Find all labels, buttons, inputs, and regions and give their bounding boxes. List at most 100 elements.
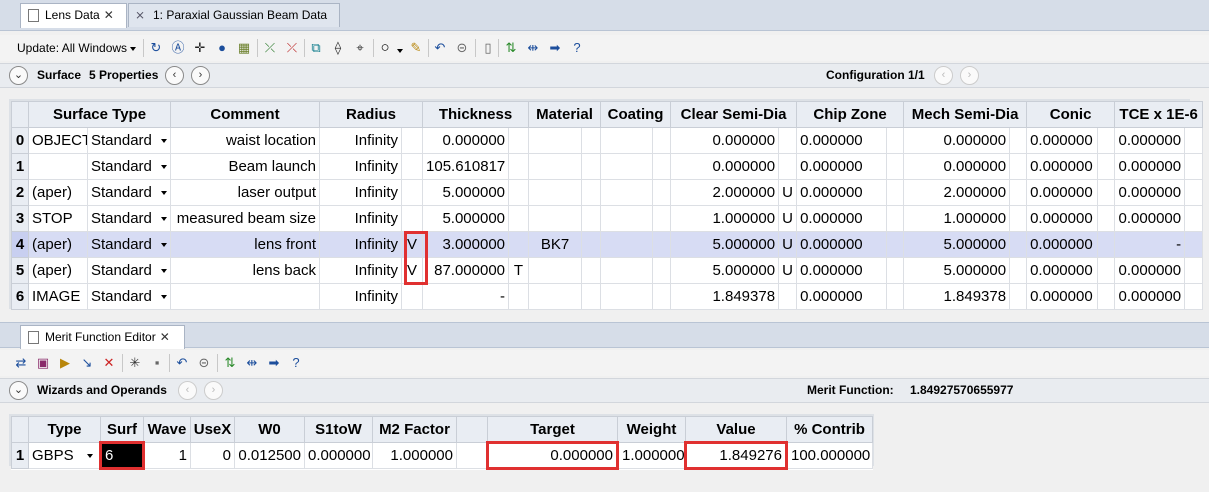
mech-solve-cell[interactable] xyxy=(1009,127,1028,154)
clear-semi-dia-cell[interactable]: 1.849378 xyxy=(670,283,780,310)
chip-zone-cell[interactable]: 0.000000 xyxy=(796,127,888,154)
open-icon[interactable]: ▶ xyxy=(57,355,73,371)
coating-cell[interactable] xyxy=(600,205,654,232)
arrows-icon[interactable]: ⇹ xyxy=(244,355,260,371)
radius-solve-cell[interactable] xyxy=(400,179,424,206)
comment-cell[interactable]: laser output xyxy=(170,179,320,206)
clear-semi-dia-cell[interactable]: 0.000000 xyxy=(670,127,780,154)
material-solve-cell[interactable] xyxy=(581,127,602,154)
col-header-m2[interactable]: M2 Factor xyxy=(372,416,457,443)
help-icon[interactable]: ? xyxy=(288,355,304,371)
material-cell[interactable] xyxy=(528,257,583,284)
conic-solve-cell[interactable] xyxy=(1097,257,1116,284)
s1tow-cell[interactable]: 0.000000 xyxy=(304,442,373,469)
col-header-w0[interactable]: W0 xyxy=(234,416,305,443)
chip-zone-cell[interactable]: 0.000000 xyxy=(796,205,888,232)
row-number[interactable]: 2 xyxy=(11,179,29,206)
clear-solve-cell[interactable]: U xyxy=(778,257,798,284)
arrows-icon[interactable]: ⇹ xyxy=(525,40,541,56)
col-header-conic[interactable]: Conic xyxy=(1026,101,1116,128)
mech-solve-cell[interactable] xyxy=(1009,283,1028,310)
mech-semi-dia-cell[interactable]: 0.000000 xyxy=(903,153,1011,180)
coating-solve-cell[interactable] xyxy=(652,205,672,232)
coating-solve-cell[interactable] xyxy=(652,257,672,284)
chip-zone-cell[interactable]: 0.000000 xyxy=(796,179,888,206)
row-number[interactable]: 1 xyxy=(11,153,29,180)
surface-type-cell[interactable]: Standard xyxy=(87,153,171,180)
conic-cell[interactable]: 0.000000 xyxy=(1026,257,1099,284)
wizards-label[interactable]: Wizards and Operands xyxy=(37,379,167,402)
paint-icon[interactable]: ✎ xyxy=(408,40,424,56)
mech-semi-dia-cell[interactable]: 1.000000 xyxy=(903,205,1011,232)
col-header-wave[interactable]: Wave xyxy=(143,416,191,443)
collapse-toggle[interactable]: ⌄ xyxy=(9,381,28,400)
collapse-toggle[interactable]: ⌄ xyxy=(9,66,28,85)
document-icon[interactable]: ▪ xyxy=(149,355,165,371)
crosshair-icon[interactable]: ✛ xyxy=(192,40,208,56)
table-row[interactable]: 6 IMAGE Standard Infinity - 1.849378 0.000000 1… xyxy=(11,283,1204,310)
table-row[interactable]: 5 (aper) Standard lens back Infinity V 87.0000… xyxy=(11,257,1204,284)
material-solve-cell[interactable] xyxy=(581,205,602,232)
document-icon[interactable]: ▯ xyxy=(480,40,496,56)
col-header-s1tow[interactable]: S1toW xyxy=(304,416,373,443)
globe-icon[interactable]: ● xyxy=(214,40,230,56)
m2-cell[interactable]: 1.000000 xyxy=(372,442,457,469)
coating-cell[interactable] xyxy=(600,231,654,258)
blank-cell[interactable] xyxy=(456,442,488,469)
coating-solve-cell[interactable] xyxy=(652,231,672,258)
properties-label[interactable]: 5 Properties xyxy=(89,64,158,87)
lens-group-icon[interactable]: ⌖ xyxy=(352,40,368,56)
surface-type-dropdown[interactable]: Standard xyxy=(91,262,167,279)
radius-solve-cell[interactable] xyxy=(400,127,424,154)
comment-cell[interactable]: lens front xyxy=(170,231,320,258)
col-header-radius[interactable]: Radius xyxy=(318,101,424,128)
map-icon[interactable]: ▦ xyxy=(236,40,252,56)
clear-solve-cell[interactable]: U xyxy=(778,231,798,258)
tce-cell[interactable]: - xyxy=(1114,231,1186,258)
conic-solve-cell[interactable] xyxy=(1097,179,1116,206)
conic-solve-cell[interactable] xyxy=(1097,283,1116,310)
col-header-chip-zone[interactable]: Chip Zone xyxy=(796,101,905,128)
col-header-usex[interactable]: UseX xyxy=(190,416,235,443)
mech-solve-cell[interactable] xyxy=(1009,153,1028,180)
comment-cell[interactable]: measured beam size xyxy=(170,205,320,232)
material-solve-cell[interactable] xyxy=(581,179,602,206)
thickness-cell[interactable]: 87.000000 xyxy=(422,257,510,284)
thickness-cell[interactable]: 0.000000 xyxy=(422,127,510,154)
comment-cell[interactable]: waist location xyxy=(170,127,320,154)
circle-icon[interactable]: ○ xyxy=(377,40,393,56)
row-number[interactable]: 3 xyxy=(11,205,29,232)
radius-cell[interactable]: Infinity xyxy=(319,283,402,310)
radius-solve-cell[interactable] xyxy=(400,153,424,180)
col-header-weight[interactable]: Weight xyxy=(617,416,686,443)
table-row[interactable]: 3 STOP Standard measured beam size Infinity 5… xyxy=(11,205,1204,232)
close-icon[interactable]: ✕ xyxy=(160,330,170,344)
chip-solve-cell[interactable] xyxy=(886,153,905,180)
mech-solve-cell[interactable] xyxy=(1009,205,1028,232)
coating-solve-cell[interactable] xyxy=(652,127,672,154)
tce-cell[interactable]: 0.000000 xyxy=(1114,205,1186,232)
mech-solve-cell[interactable] xyxy=(1009,179,1028,206)
table-row[interactable]: 1 Standard Beam launch Infinity 105.610817 0.… xyxy=(11,153,1204,180)
chip-zone-cell[interactable]: 0.000000 xyxy=(796,153,888,180)
tab-paraxial-gaussian[interactable]: ⨯ 1: Paraxial Gaussian Beam Data xyxy=(128,3,340,27)
clear-semi-dia-cell[interactable]: 5.000000 xyxy=(670,231,780,258)
row-number[interactable]: 5 xyxy=(11,257,29,284)
surface-name-cell[interactable] xyxy=(28,153,88,180)
arrow-right-icon[interactable]: ➡ xyxy=(266,355,282,371)
radius-solve-cell[interactable] xyxy=(400,283,424,310)
surface-type-dropdown[interactable]: Standard xyxy=(91,184,167,201)
wand-icon[interactable]: ⤫ xyxy=(262,40,278,56)
radius-cell[interactable]: Infinity xyxy=(319,231,402,258)
tce-solve-cell[interactable] xyxy=(1184,205,1204,232)
operand-type-dropdown[interactable] xyxy=(83,442,101,469)
tce-solve-cell[interactable] xyxy=(1184,179,1204,206)
tce-cell[interactable]: 0.000000 xyxy=(1114,257,1186,284)
col-header-thickness[interactable]: Thickness xyxy=(422,101,530,128)
tce-solve-cell[interactable] xyxy=(1184,153,1204,180)
mech-semi-dia-cell[interactable]: 5.000000 xyxy=(903,257,1011,284)
surface-name-cell[interactable]: (aper) xyxy=(28,179,88,206)
col-header-tce[interactable]: TCE x 1E-6 xyxy=(1114,101,1204,128)
surface-name-cell[interactable]: (aper) xyxy=(28,257,88,284)
thickness-solve-cell[interactable] xyxy=(508,205,530,232)
